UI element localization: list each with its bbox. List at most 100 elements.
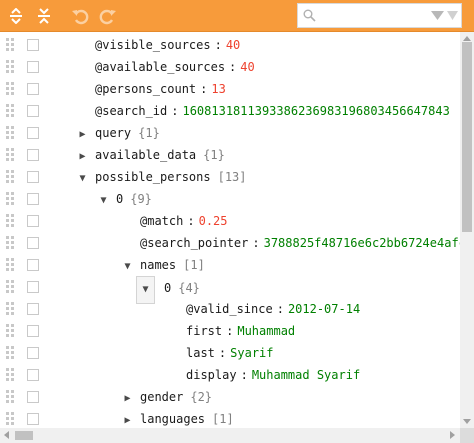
drag-handle-icon[interactable] [6, 126, 16, 140]
scroll-right-icon[interactable] [450, 431, 455, 439]
row-checkbox[interactable] [27, 61, 39, 73]
tree-row[interactable]: @match:0.25 [0, 210, 460, 232]
row-checkbox[interactable] [27, 171, 39, 183]
undo-button[interactable] [68, 4, 92, 28]
row-checkbox[interactable] [27, 105, 39, 117]
tree-row[interactable]: @search_id:16081318113933862369831968034… [0, 100, 460, 122]
tree-row[interactable]: ▼ names [1] [0, 254, 460, 276]
drag-handle-icon[interactable] [6, 214, 16, 228]
search-next-icon[interactable] [431, 11, 444, 20]
tree-row[interactable]: ▶ languages [1] [0, 408, 460, 428]
node-value[interactable]: 3788825f48716e6c2bb6724e4afcf [264, 236, 460, 250]
node-value[interactable]: Muhammad [237, 324, 295, 338]
node-key[interactable]: @valid_since [186, 302, 273, 316]
drag-handle-icon[interactable] [6, 170, 16, 184]
node-key[interactable]: display [186, 368, 237, 382]
drag-handle-icon[interactable] [6, 390, 16, 404]
expand-toggle-icon[interactable]: ▶ [122, 388, 133, 410]
horizontal-scrollbar[interactable] [0, 428, 460, 443]
node-key[interactable]: names [140, 258, 176, 272]
drag-handle-icon[interactable] [6, 346, 16, 360]
row-checkbox[interactable] [27, 193, 39, 205]
tree-row[interactable]: @valid_since:2012-07-14 [0, 298, 460, 320]
node-value[interactable]: 40 [226, 38, 240, 52]
row-checkbox[interactable] [27, 325, 39, 337]
row-checkbox[interactable] [27, 413, 39, 425]
tree-row[interactable]: ▼ 0 {4} [0, 276, 460, 304]
row-checkbox[interactable] [27, 215, 39, 227]
node-value[interactable]: 2012-07-14 [288, 302, 360, 316]
row-checkbox[interactable] [27, 369, 39, 381]
search-previous-icon[interactable] [447, 11, 458, 20]
row-checkbox[interactable] [27, 83, 39, 95]
horizontal-scroll-thumb[interactable] [15, 431, 33, 440]
expand-all-button[interactable] [4, 4, 28, 28]
drag-handle-icon[interactable] [6, 60, 16, 74]
row-checkbox[interactable] [27, 149, 39, 161]
scroll-up-icon[interactable] [463, 36, 471, 41]
collapse-toggle-icon[interactable]: ▼ [98, 190, 109, 212]
tree-row[interactable]: display: Muhammad Syarif [0, 364, 460, 386]
node-key[interactable]: last [186, 346, 215, 360]
tree-row[interactable]: ▼ 0 {9} [0, 188, 460, 210]
row-checkbox[interactable] [27, 347, 39, 359]
row-checkbox[interactable] [27, 237, 39, 249]
tree-row[interactable]: ▶ available_data {1} [0, 144, 460, 166]
collapse-toggle-icon[interactable]: ▼ [77, 168, 88, 190]
expand-toggle-icon[interactable]: ▶ [77, 124, 88, 146]
node-value[interactable]: 40 [240, 60, 254, 74]
collapse-all-button[interactable] [32, 4, 56, 28]
node-key[interactable]: possible_persons [95, 170, 211, 184]
tree-row[interactable]: ▶ gender {2} [0, 386, 460, 408]
drag-handle-icon[interactable] [6, 280, 16, 294]
node-value[interactable]: 1608131811393386236983196803456647843 [182, 104, 449, 118]
node-value[interactable]: 13 [211, 82, 225, 96]
expand-toggle-icon[interactable]: ▶ [77, 146, 88, 168]
tree-row[interactable]: @persons_count:13 [0, 78, 460, 100]
drag-handle-icon[interactable] [6, 38, 16, 52]
node-key[interactable]: @search_pointer [140, 236, 248, 250]
drag-handle-icon[interactable] [6, 82, 16, 96]
drag-handle-icon[interactable] [6, 104, 16, 118]
node-key[interactable]: query [95, 126, 131, 140]
row-checkbox[interactable] [27, 259, 39, 271]
row-checkbox[interactable] [27, 39, 39, 51]
node-key[interactable]: 0 [116, 192, 123, 206]
tree-row[interactable]: @available_sources:40 [0, 56, 460, 78]
node-key[interactable]: first [186, 324, 222, 338]
node-key[interactable]: @match [140, 214, 183, 228]
node-value[interactable]: Syarif [230, 346, 273, 360]
drag-handle-icon[interactable] [6, 192, 16, 206]
node-key[interactable]: 0 [164, 281, 171, 295]
drag-handle-icon[interactable] [6, 148, 16, 162]
search-input[interactable] [320, 6, 420, 25]
row-checkbox[interactable] [27, 391, 39, 403]
node-key[interactable]: @visible_sources [95, 38, 211, 52]
drag-handle-icon[interactable] [6, 258, 16, 272]
scroll-left-icon[interactable] [4, 431, 9, 439]
node-value[interactable]: Muhammad Syarif [252, 368, 360, 382]
tree-row[interactable]: @visible_sources:40 [0, 34, 460, 56]
tree-row[interactable]: ▶ query {1} [0, 122, 460, 144]
expand-toggle-icon[interactable]: ▶ [122, 410, 133, 428]
node-key[interactable]: @available_sources [95, 60, 225, 74]
tree-row[interactable]: last: Syarif [0, 342, 460, 364]
node-key[interactable]: languages [140, 412, 205, 426]
node-key[interactable]: gender [140, 390, 183, 404]
drag-handle-icon[interactable] [6, 412, 16, 426]
collapse-toggle-icon[interactable]: ▼ [122, 256, 133, 278]
redo-button[interactable] [96, 4, 120, 28]
node-key[interactable]: available_data [95, 148, 196, 162]
node-key[interactable]: @persons_count [95, 82, 196, 96]
node-key[interactable]: @search_id [95, 104, 167, 118]
row-checkbox[interactable] [27, 281, 39, 293]
tree-row[interactable]: first: Muhammad [0, 320, 460, 342]
node-value[interactable]: 0.25 [199, 214, 228, 228]
vertical-scroll-thumb[interactable] [462, 42, 472, 232]
scroll-down-icon[interactable] [463, 419, 471, 424]
tree-row[interactable]: ▼ possible_persons [13] [0, 166, 460, 188]
drag-handle-icon[interactable] [6, 236, 16, 250]
tree-row[interactable]: @search_pointer:3788825f48716e6c2bb6724e… [0, 232, 460, 254]
vertical-scrollbar[interactable] [460, 32, 474, 443]
drag-handle-icon[interactable] [6, 302, 16, 316]
